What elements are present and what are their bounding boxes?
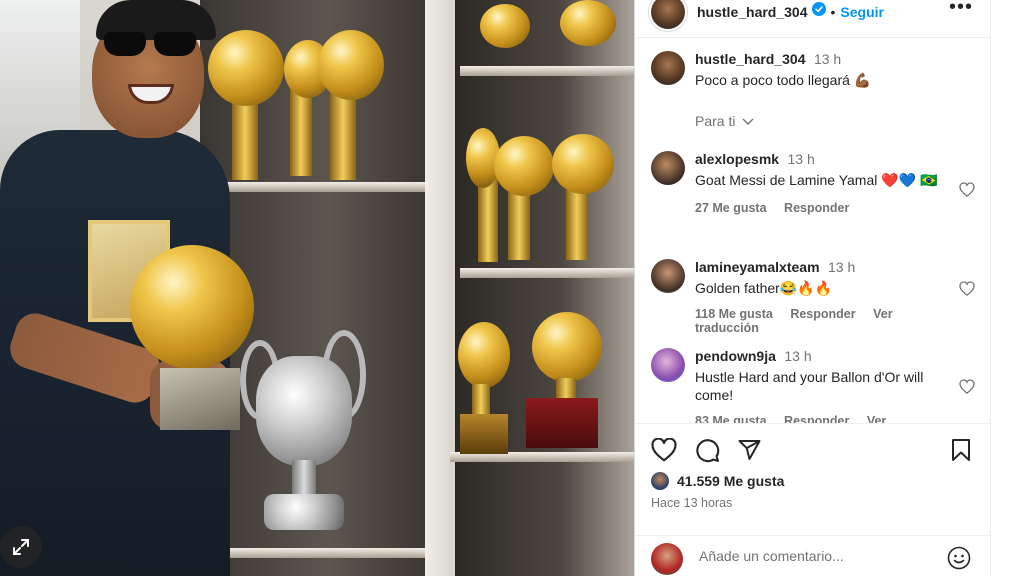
more-options-button[interactable]: ••• [949,0,973,17]
sort-label: Para ti [695,113,736,129]
reply-button[interactable]: Responder [784,201,849,215]
comment-time[interactable]: 13 h [788,151,815,167]
separator-dot: • [830,3,836,20]
author-avatar[interactable] [651,0,685,29]
emoji-icon[interactable] [947,546,971,570]
golden-ball-trophy [532,312,602,382]
caption-time[interactable]: 13 h [814,51,841,67]
follow-button[interactable]: Seguir [840,4,884,20]
comment-text: Hustle Hard and your Ballon d'Or will co… [695,369,924,403]
cup-base [264,494,344,530]
champions-cup-trophy [256,356,352,466]
caption-text: Poco a poco todo llegará 💪🏾 [695,72,872,88]
commenter-avatar[interactable] [651,348,685,382]
golden-trophy [480,4,530,48]
heart-icon[interactable] [651,438,677,462]
likes-summary: 41.559 Me gusta [651,472,784,490]
liker-avatar[interactable] [651,472,669,490]
comment-like-heart-icon[interactable] [959,182,975,197]
like-count[interactable]: 41.559 Me gusta [677,473,784,489]
comments-list[interactable]: hustle_hard_304 13 h Poco a poco todo ll… [635,39,991,423]
page-background [990,0,1024,576]
chevron-down-icon [742,118,754,125]
shelf [205,182,425,192]
golden-ball-trophy [494,136,554,196]
expand-button[interactable] [0,526,42,568]
golden-ball-trophy [318,30,384,100]
trophy-cabinet-right [455,0,634,576]
verified-badge-icon [811,2,826,21]
commenter-avatar[interactable] [651,151,685,185]
reply-button[interactable]: Responder [784,414,849,423]
cabinet-pillar [425,0,455,576]
golden-ball-trophy [458,322,510,388]
caption-username[interactable]: hustle_hard_304 [695,51,806,67]
comment-item: alexlopesmk 13 h Goat Messi de Lamine Ya… [651,151,981,215]
held-golden-ball-trophy [130,245,254,369]
trophy-base [526,398,598,448]
comment-icon[interactable] [695,438,720,463]
comment-time[interactable]: 13 h [784,348,811,364]
comment-likes[interactable]: 118 Me gusta [695,307,773,321]
trophy-stem [330,90,356,180]
golden-ball-trophy [208,30,284,106]
author-username[interactable]: hustle_hard_304 [697,4,808,20]
trophy-stem [472,384,490,416]
bookmark-icon[interactable] [951,438,971,462]
comment-username[interactable]: alexlopesmk [695,151,779,167]
send-icon[interactable] [737,438,762,462]
shelf [460,66,634,76]
golden-trophy [560,0,616,46]
expand-icon [13,539,29,555]
comment-time[interactable]: 13 h [828,259,855,275]
shelf [220,548,425,558]
comment-item: lamineyamalxteam 13 h Golden father😂🔥🔥 1… [651,259,981,335]
post-header: hustle_hard_304 • Seguir ••• [635,0,991,38]
comment-input[interactable] [699,548,929,564]
caption: hustle_hard_304 13 h Poco a poco todo ll… [651,51,981,89]
golden-ball-trophy [552,134,614,194]
commenter-avatar[interactable] [651,259,685,293]
comment-likes[interactable]: 83 Me gusta [695,414,767,423]
post-photo[interactable] [0,0,634,576]
comment-item: pendown9ja 13 h Hustle Hard and your Bal… [651,348,981,423]
comment-likes[interactable]: 27 Me gusta [695,201,767,215]
comment-like-heart-icon[interactable] [959,379,975,394]
comment-text: Golden father😂🔥🔥 [695,280,833,296]
comment-composer [635,535,991,576]
comment-like-heart-icon[interactable] [959,281,975,296]
trophy-base [460,414,508,454]
post-side-panel: hustle_hard_304 • Seguir ••• hustle_hard… [634,0,991,576]
comment-text: Goat Messi de Lamine Yamal ❤️💙 🇧🇷 [695,172,938,188]
author-avatar[interactable] [651,51,685,85]
post-timestamp[interactable]: Hace 13 horas [651,496,732,510]
current-user-avatar [651,543,683,575]
held-trophy-base [160,368,240,430]
post-actions-bar [635,423,991,477]
comment-username[interactable]: lamineyamalxteam [695,259,820,275]
sunglasses [104,32,200,58]
sort-comments-button[interactable]: Para ti [695,113,754,129]
comment-username[interactable]: pendown9ja [695,348,776,364]
shelf [460,268,634,278]
reply-button[interactable]: Responder [790,307,855,321]
